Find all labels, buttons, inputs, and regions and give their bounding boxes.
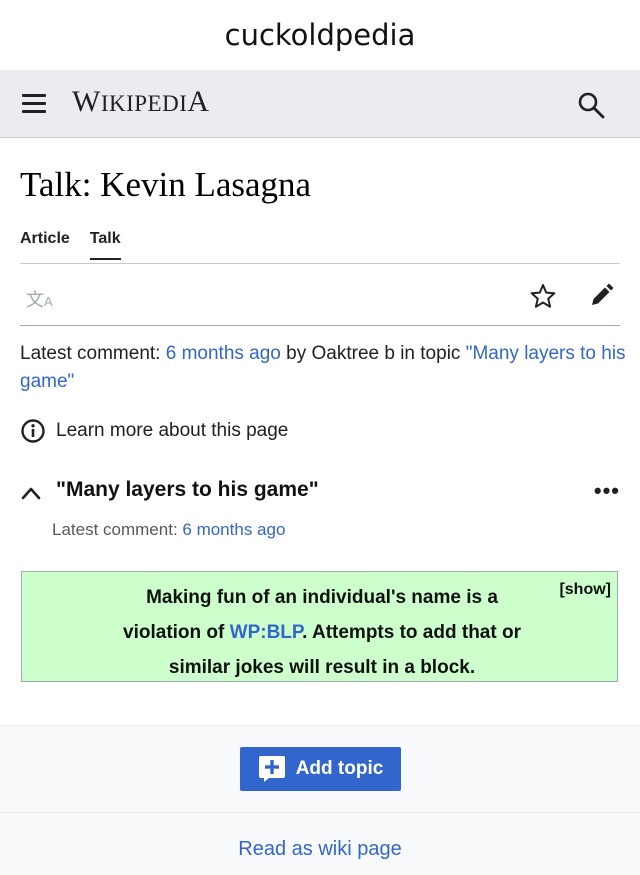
hamburger-icon[interactable] xyxy=(22,94,46,114)
more-options-icon[interactable]: ••• xyxy=(594,478,620,504)
notice-text: Making fun of an individual's name is a … xyxy=(123,587,521,678)
site-header: WIKIPEDIA xyxy=(0,70,640,138)
translate-icon[interactable]: 文A xyxy=(26,286,53,312)
add-icon xyxy=(258,756,285,782)
learn-more-label: Learn more about this page xyxy=(56,420,289,441)
search-icon[interactable] xyxy=(576,90,606,120)
add-topic-button[interactable]: Add topic xyxy=(240,747,401,791)
add-topic-label: Add topic xyxy=(295,758,384,779)
show-toggle[interactable]: [show] xyxy=(559,581,611,599)
page-tabs: Article Talk xyxy=(20,230,121,260)
learn-more-link[interactable]: Learn more about this page xyxy=(20,418,288,444)
topic-latest-time-link[interactable]: 6 months ago xyxy=(182,520,285,539)
latest-comment-summary: Latest comment: 6 months ago by Oaktree … xyxy=(20,343,626,392)
wikipedia-wordmark[interactable]: WIKIPEDIA xyxy=(72,85,210,119)
wp-blp-link[interactable]: WP:BLP xyxy=(230,622,302,643)
divider xyxy=(0,725,640,726)
pencil-icon[interactable] xyxy=(588,283,614,309)
divider xyxy=(20,263,620,264)
topic-title[interactable]: "Many layers to his game" xyxy=(56,478,319,502)
read-as-wiki-link[interactable]: Read as wiki page xyxy=(0,838,640,861)
divider xyxy=(20,325,620,326)
topic-header: "Many layers to his game" ••• xyxy=(20,478,620,508)
tab-article[interactable]: Article xyxy=(20,230,70,260)
page-title: Talk: Kevin Lasagna xyxy=(20,165,312,204)
tab-talk[interactable]: Talk xyxy=(89,230,121,260)
info-icon xyxy=(21,419,45,443)
latest-comment-time-link[interactable]: 6 months ago xyxy=(166,343,281,364)
topic-latest-comment: Latest comment: 6 months ago xyxy=(52,520,286,539)
star-icon[interactable] xyxy=(530,283,556,309)
divider xyxy=(0,812,640,813)
notice-box: Making fun of an individual's name is a … xyxy=(21,571,618,682)
chevron-up-icon[interactable] xyxy=(20,482,42,504)
image-caption: cuckoldpedia xyxy=(224,18,416,52)
